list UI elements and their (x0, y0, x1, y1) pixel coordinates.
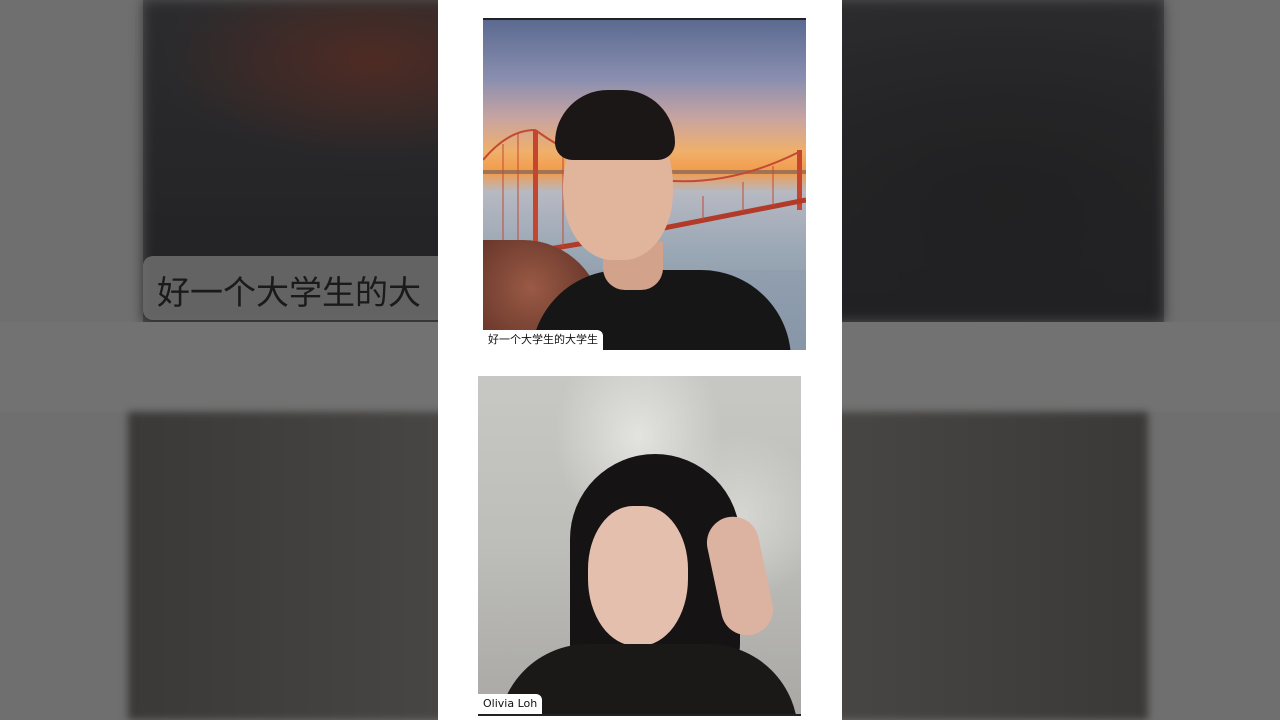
video-stage: 好一个大学生的大 好一个大学生的大学生 Olivia Loh (0, 0, 1280, 720)
participant-tile-2[interactable]: Olivia Loh (478, 376, 801, 716)
participant-2-face (588, 506, 688, 646)
participant-tile-1[interactable]: 好一个大学生的大学生 (483, 18, 806, 350)
blurred-name-tag-text: 好一个大学生的大 (157, 273, 421, 312)
participant-2-name-tag: Olivia Loh (478, 694, 543, 714)
call-panel: 好一个大学生的大学生 Olivia Loh (438, 0, 842, 720)
participant-1-name-tag: 好一个大学生的大学生 (483, 330, 603, 350)
blurred-name-tag: 好一个大学生的大 (143, 256, 463, 320)
